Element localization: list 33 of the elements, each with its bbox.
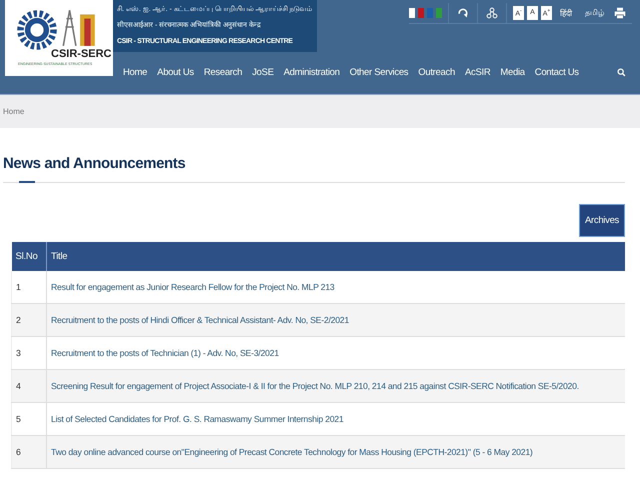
skip-arrow-icon[interactable] [457, 6, 469, 18]
nav-link[interactable]: AcSIR [460, 66, 496, 78]
logo-text: CSIR-SERC [51, 49, 112, 60]
language-link[interactable]: हिंदी [555, 7, 577, 18]
announcement-link[interactable]: Result for engagement as Junior Research Fellow for the Project No. MLP 213 [51, 282, 334, 292]
nav-link[interactable]: Contact Us [530, 66, 584, 78]
announcement-link[interactable]: Recruitment to the posts of Technician (1) - Adv. No, SE-3/2021 [51, 348, 279, 358]
announcement-link[interactable]: List of Selected Candidates for Prof. G. S. Ramaswamy Summer Internship 2021 [51, 414, 344, 424]
serial-number-cell: 2 [12, 304, 46, 336]
nav-link[interactable]: Other Services [344, 66, 414, 78]
section-heading: News and Announcements [3, 155, 186, 173]
theme-swatch[interactable] [418, 8, 424, 18]
nav-link[interactable]: About Us [152, 66, 199, 78]
print-icon[interactable] [614, 6, 626, 18]
nav-link[interactable]: Administration [278, 66, 345, 78]
serial-number-cell: 4 [12, 370, 46, 402]
nav-link[interactable]: Outreach [413, 66, 460, 78]
search-icon[interactable] [617, 68, 626, 76]
theme-swatch[interactable] [436, 8, 442, 18]
column-header: Title [46, 242, 625, 271]
theme-swatch[interactable] [427, 8, 433, 18]
theme-swatch[interactable] [409, 8, 415, 18]
serial-number-cell: 6 [12, 436, 46, 468]
sitemap-icon[interactable] [486, 6, 498, 18]
language-link[interactable]: தமிழ் [580, 8, 609, 18]
nav-link[interactable]: Home [118, 66, 152, 78]
column-header: Sl.No [12, 242, 46, 271]
nav-link[interactable]: Media [495, 66, 530, 78]
nav-link[interactable]: JoSE [247, 66, 279, 78]
archives-button[interactable]: Archives [578, 204, 625, 237]
nav-link[interactable]: Research [198, 66, 248, 78]
announcement-link[interactable]: Recruitment to the posts of Hindi Officer & Technical Assistant- Adv. No, SE-2/2021 [51, 315, 349, 325]
breadcrumb-link[interactable]: Home [3, 107, 24, 116]
